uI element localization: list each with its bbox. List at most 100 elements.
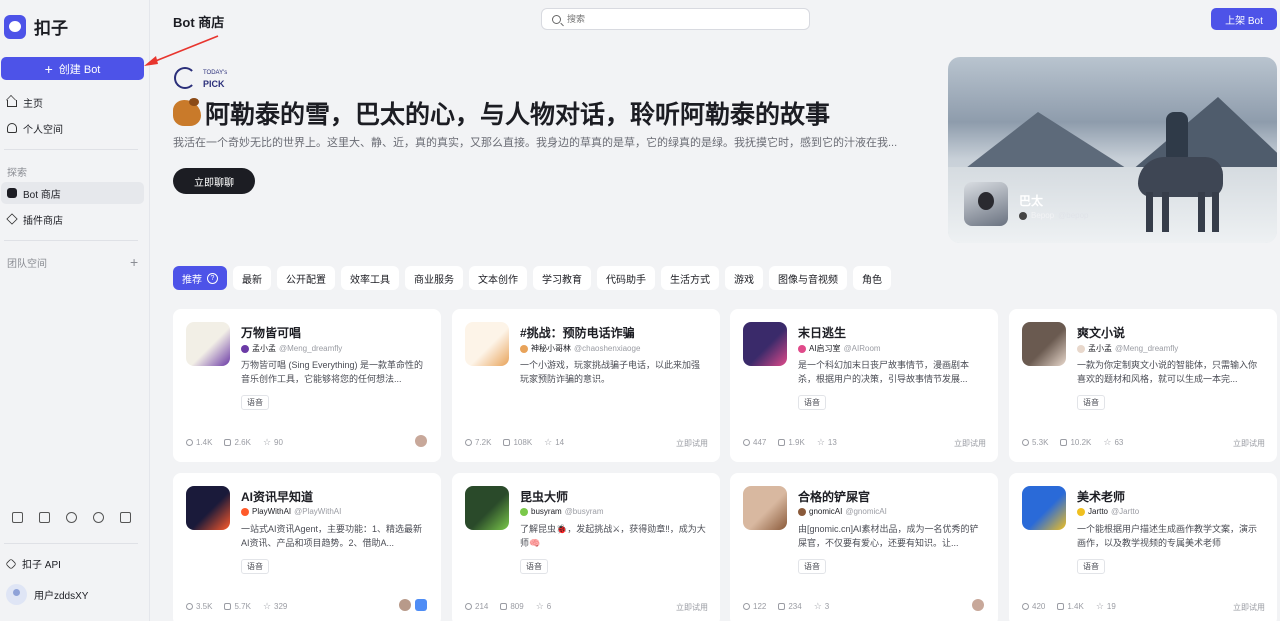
users-count: 7.2K (475, 438, 492, 447)
plugin-icon (6, 213, 18, 225)
try-now-link[interactable]: 立即试用 (676, 438, 708, 449)
bot-avatar (186, 486, 230, 530)
users-icon (743, 439, 750, 446)
author-avatar (241, 344, 249, 353)
bot-stats: 5.3K 10.2K ☆ 63 (1022, 438, 1123, 447)
bot-tag: 语音 (798, 559, 826, 574)
users-icon (465, 603, 472, 610)
mail-icon[interactable] (39, 512, 50, 523)
app-logo[interactable]: 扣子 (4, 14, 68, 39)
bot-description: 是一个科幻加末日丧尸故事情节，漫画剧本杀，根据用户的决策，引导故事情节发展... (798, 360, 970, 384)
tab-lifestyle[interactable]: 生活方式 (661, 266, 719, 290)
users-icon (186, 439, 193, 446)
bot-avatar (465, 322, 509, 366)
sidebar-item-label: 插件商店 (23, 215, 63, 227)
author-avatar (520, 344, 528, 353)
bot-author: PlayWithAI @PlayWithAI (241, 507, 341, 516)
bot-card[interactable]: 末日逃生 AI启习室 @AIRoom 是一个科幻加末日丧尸故事情节，漫画剧本杀，… (730, 309, 998, 462)
tab-latest[interactable]: 最新 (233, 266, 271, 290)
chat-icon (778, 603, 786, 610)
create-bot-button[interactable]: + 创建 Bot (1, 57, 144, 80)
sidebar: 扣子 + 创建 Bot 主页 个人空间 探索 Bot 商店 插件商店 团队空间 … (0, 0, 150, 621)
tab-productivity[interactable]: 效率工具 (341, 266, 399, 290)
stat-stars: ☆ 14 (544, 438, 565, 448)
sidebar-item-bot-store[interactable]: Bot 商店 (1, 182, 144, 204)
page-title: Bot 商店 (173, 15, 225, 30)
bot-card[interactable]: 昆虫大师 busyram @busyram 了解昆虫🐞，发起挑战⚔，获得勋章‼，… (452, 473, 720, 621)
tab-media[interactable]: 图像与音视频 (769, 266, 847, 290)
users-count: 1.4K (196, 438, 213, 447)
sidebar-item-api[interactable]: 扣子 API (5, 556, 61, 571)
featured-bot-card[interactable]: 巴太 Bepop @bepop (948, 57, 1277, 243)
sidebar-item-personal-space[interactable]: 个人空间 (1, 117, 144, 139)
tab-education[interactable]: 学习教育 (533, 266, 591, 290)
try-now-link[interactable]: 立即试用 (1233, 438, 1265, 449)
stat-stars: ☆ 3 (813, 601, 830, 612)
featured-bot-author: Bepop @bepop (1019, 211, 1089, 220)
search-input[interactable] (567, 14, 787, 24)
user-profile[interactable]: 用户zddsXY (6, 584, 88, 605)
tab-characters[interactable]: 角色 (853, 266, 891, 290)
avatar (6, 584, 27, 605)
hero-title-text: 阿勒泰的雪，巴太的心，与人物对话，聆听阿勒泰的故事 (205, 101, 831, 129)
tab-public-config[interactable]: 公开配置 (277, 266, 335, 290)
bot-title: AI资讯早知道 (241, 490, 314, 504)
pick-badge-small: TODAY's (203, 70, 228, 76)
publish-bot-button[interactable]: 上架 Bot (1211, 8, 1277, 30)
stars-count: 13 (827, 438, 837, 447)
document-icon[interactable] (12, 512, 23, 523)
tab-writing[interactable]: 文本创作 (469, 266, 527, 290)
stars-count: 14 (555, 438, 565, 447)
bot-card[interactable]: 万物皆可唱 孟小孟 @Meng_dreamfly 万物皆可唱 (Sing Eve… (173, 309, 441, 462)
bot-card[interactable]: #挑战：预防电话诈骗 神秘小哥林 @chaoshenxiaoge 一个小游戏，玩… (452, 309, 720, 462)
author-handle: @Meng_dreamfly (1115, 344, 1179, 353)
chart-icon[interactable] (120, 512, 131, 523)
author-avatar (798, 344, 806, 353)
bot-tag: 语音 (241, 395, 269, 410)
help-icon[interactable]: ? (207, 272, 218, 284)
bot-tag: 语音 (798, 395, 826, 410)
featured-bot-name: 巴太 (1019, 194, 1044, 208)
discord-icon[interactable] (66, 512, 77, 523)
try-now-link[interactable]: 立即试用 (954, 438, 986, 449)
stat-chats: 5.7K (224, 602, 251, 611)
stat-users: 122 (743, 602, 766, 611)
bot-card[interactable]: AI资讯早知道 PlayWithAI @PlayWithAI 一站式AI资讯Ag… (173, 473, 441, 621)
bot-title: 万物皆可唱 (241, 326, 302, 340)
stat-users: 5.3K (1022, 438, 1048, 447)
star-icon: ☆ (813, 601, 822, 611)
stat-stars: ☆ 63 (1103, 438, 1123, 448)
chat-now-button[interactable]: 立即聊聊 (173, 168, 255, 194)
bot-title: 末日逃生 (798, 326, 847, 340)
bot-description: 一款为你定制爽文小说的智能体，只需输入你喜欢的题材和风格，就可以生成一本完... (1077, 360, 1258, 384)
bot-title: 昆虫大师 (520, 490, 569, 504)
sidebar-item-label: Bot 商店 (23, 189, 61, 201)
sidebar-item-home[interactable]: 主页 (1, 91, 144, 113)
author-name: AI启习室 (809, 344, 841, 353)
bot-title: 合格的铲屎官 (798, 490, 871, 504)
try-now-link[interactable]: 立即试用 (1233, 602, 1265, 613)
chats-count: 234 (788, 602, 802, 611)
tab-recommended[interactable]: 推荐 ? (173, 266, 227, 290)
bot-author: gnomicAI @gnomicAI (798, 507, 887, 516)
tab-games[interactable]: 游戏 (725, 266, 763, 290)
tab-business[interactable]: 商业服务 (405, 266, 463, 290)
try-now-link[interactable]: 立即试用 (676, 602, 708, 613)
bot-author: 孟小孟 @Meng_dreamfly (241, 343, 342, 354)
stat-stars: ☆ 329 (263, 602, 287, 612)
bot-card[interactable]: 爽文小说 孟小孟 @Meng_dreamfly 一款为你定制爽文小说的智能体，只… (1009, 309, 1277, 462)
author-handle: @Jartto (1111, 507, 1140, 516)
sidebar-item-plugin-store[interactable]: 插件商店 (1, 208, 144, 230)
chat-icon[interactable] (93, 512, 104, 523)
author-name: 孟小孟 (252, 344, 276, 353)
bot-stats: 7.2K 108K ☆ 14 (465, 438, 564, 447)
tab-code-assistant[interactable]: 代码助手 (597, 266, 655, 290)
add-team-icon[interactable]: + (130, 254, 138, 270)
search-box[interactable] (541, 8, 810, 30)
bot-author: 神秘小哥林 @chaoshenxiaoge (520, 343, 640, 354)
bot-card[interactable]: 美术老师 Jartto @Jartto 一个能根据用户描述生成画作教学文案，演示… (1009, 473, 1277, 621)
featured-author-handle: @bepop (1058, 211, 1089, 220)
author-name: busyram (531, 507, 562, 516)
bot-title: 美术老师 (1077, 490, 1126, 504)
bot-card[interactable]: 合格的铲屎官 gnomicAI @gnomicAI 由[gnomic.cn]AI… (730, 473, 998, 621)
